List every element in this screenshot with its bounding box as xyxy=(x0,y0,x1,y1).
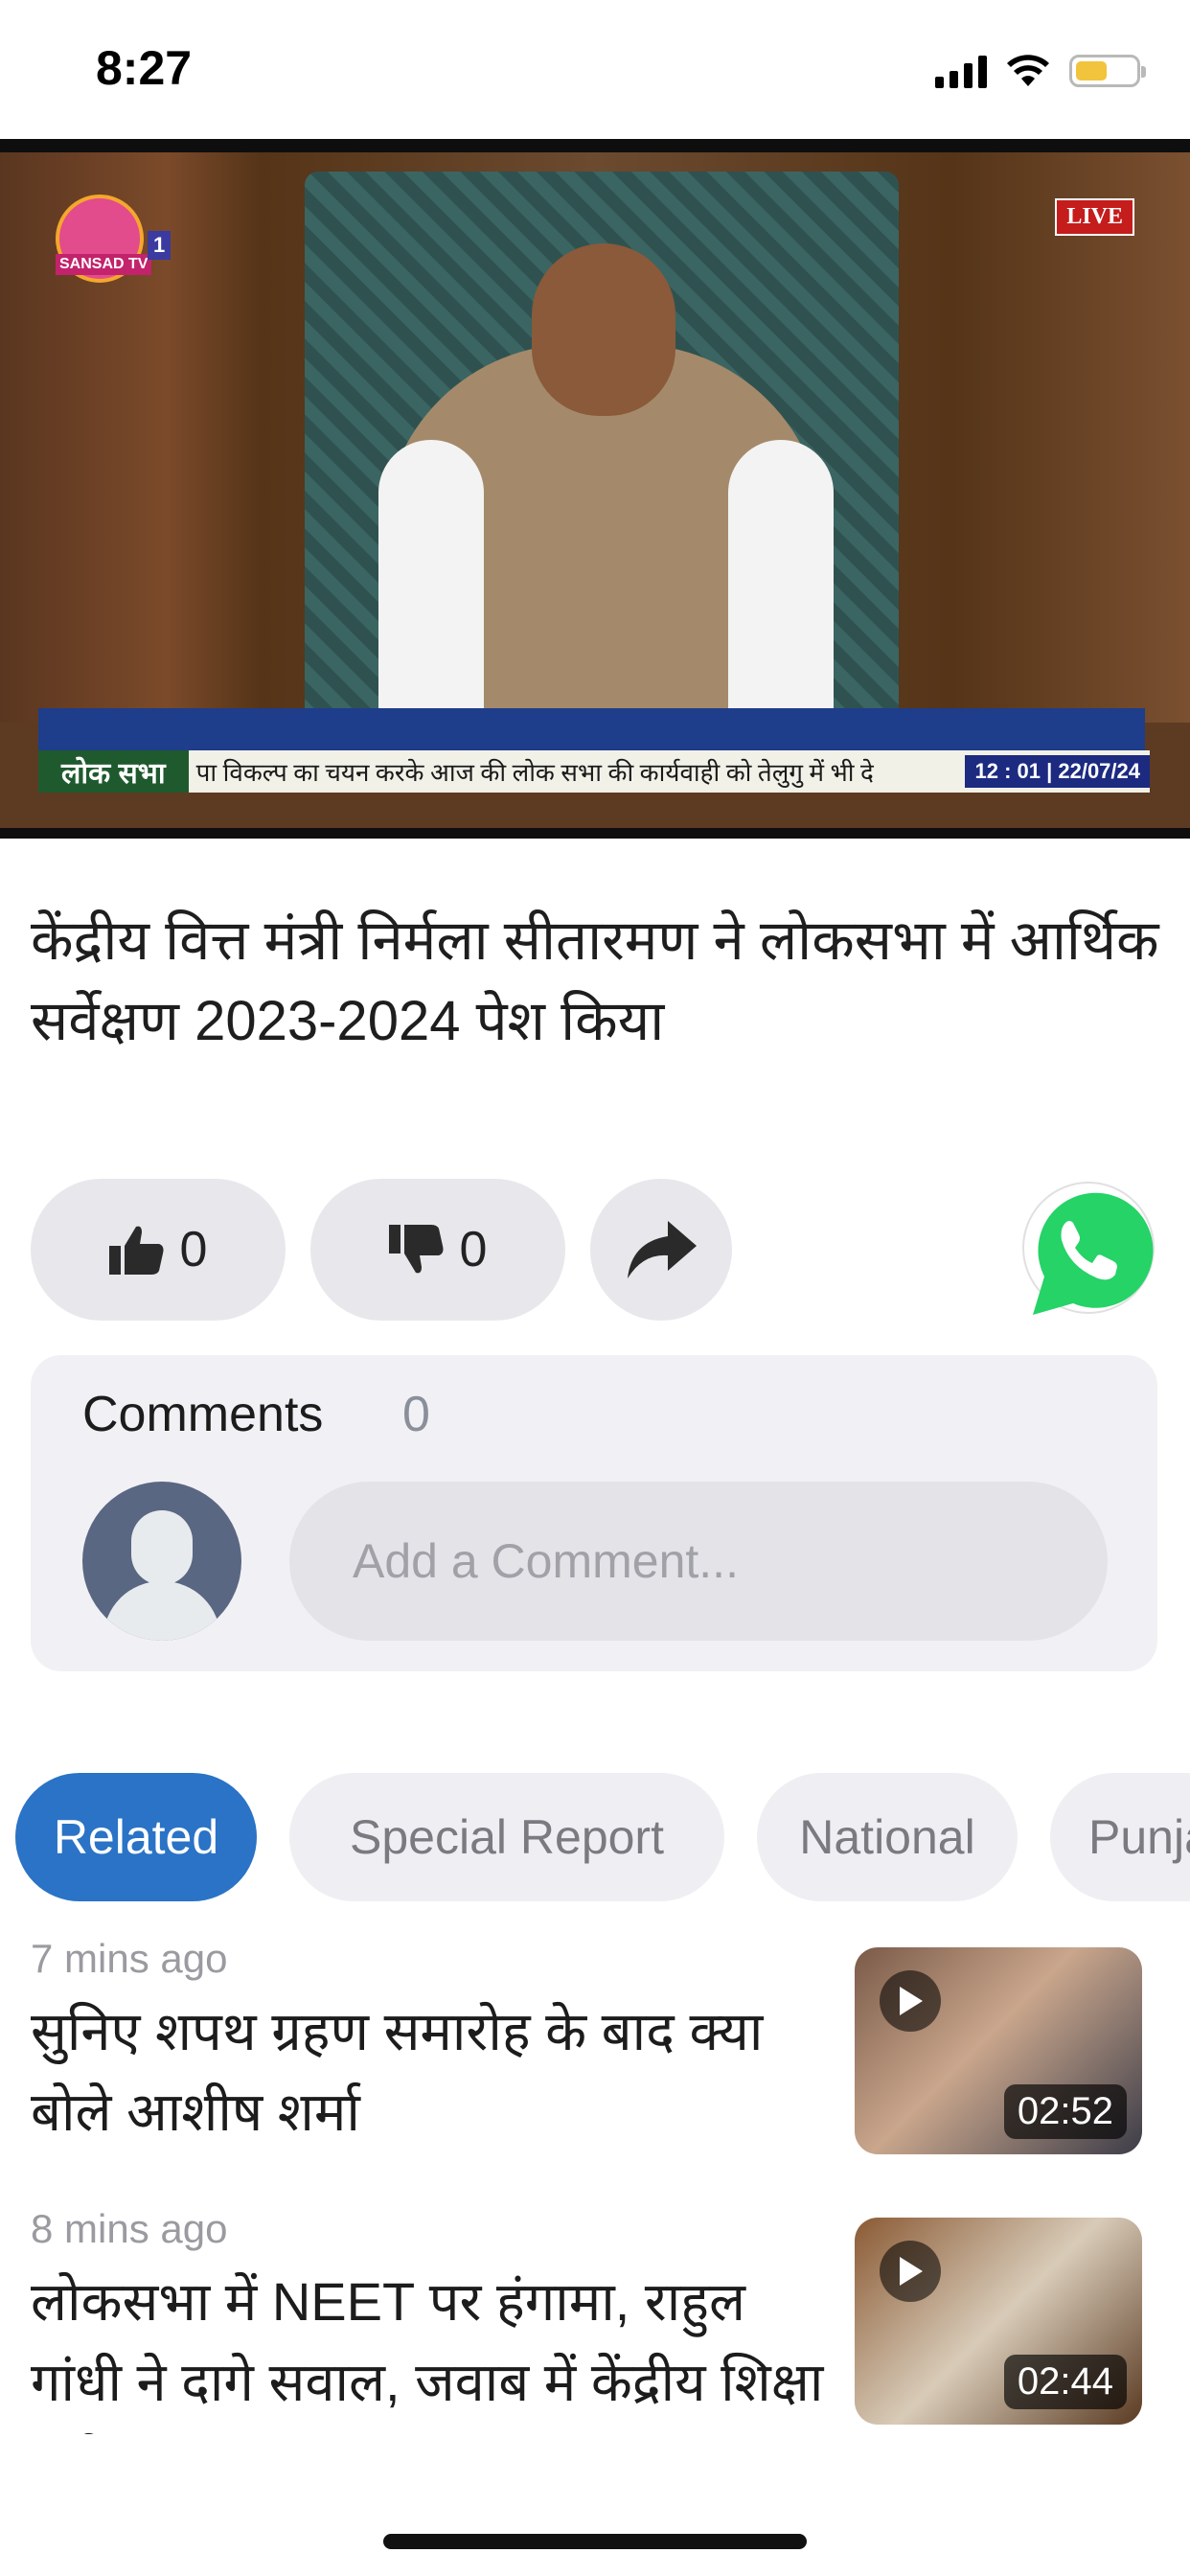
video-player[interactable]: SANSAD TV 1 LIVE लोक सभा पा विकल्प का चय… xyxy=(0,139,1190,839)
play-icon xyxy=(880,1970,941,2032)
tab-punjab[interactable]: Punjab xyxy=(1050,1773,1190,1901)
comments-count: 0 xyxy=(402,1387,430,1442)
video-duration: 02:44 xyxy=(1003,2355,1127,2409)
video-frame: SANSAD TV 1 LIVE xyxy=(0,152,1190,828)
bottom-safe-area xyxy=(0,2434,1190,2576)
speaker-head xyxy=(532,243,675,416)
avatar-head-shape xyxy=(131,1510,193,1585)
tab-special-report[interactable]: Special Report xyxy=(289,1773,724,1901)
avatar-body-shape xyxy=(103,1581,220,1641)
channel-number: 1 xyxy=(148,231,172,260)
ticker-text: पा विकल्प का चयन करके आज की लोक सभा की क… xyxy=(195,759,874,787)
channel-logo: SANSAD TV 1 xyxy=(56,179,180,285)
like-button[interactable]: 0 xyxy=(31,1179,286,1321)
tab-national[interactable]: National xyxy=(757,1773,1018,1901)
whatsapp-share-button[interactable] xyxy=(1016,1181,1157,1322)
speaker-sleeve-right xyxy=(728,440,834,708)
dislike-button[interactable]: 0 xyxy=(310,1179,565,1321)
avatar xyxy=(82,1482,241,1641)
wifi-icon xyxy=(1007,55,1049,86)
channel-logo-text: SANSAD TV xyxy=(56,254,152,275)
thumbs-up-icon xyxy=(108,1226,164,1275)
share-button[interactable] xyxy=(590,1179,732,1321)
news-thumbnail[interactable]: 02:44 xyxy=(855,2218,1142,2425)
whatsapp-icon xyxy=(1022,1182,1155,1315)
dislike-count: 0 xyxy=(459,1222,488,1277)
tab-related[interactable]: Related xyxy=(15,1773,257,1901)
battery-icon xyxy=(1069,55,1146,87)
status-icons xyxy=(935,54,1146,88)
cellular-signal-icon xyxy=(935,54,987,88)
video-duration: 02:52 xyxy=(1003,2084,1127,2139)
thumbs-down-icon xyxy=(388,1225,444,1274)
like-count: 0 xyxy=(179,1222,208,1277)
news-ticker: लोक सभा पा विकल्प का चयन करके आज की लोक … xyxy=(38,750,1150,793)
comments-label: Comments xyxy=(82,1387,324,1442)
play-icon xyxy=(880,2241,941,2302)
ticker-time: 12 : 01 | 22/07/24 xyxy=(965,755,1150,788)
comments-card: Comments 0 Add a Comment... xyxy=(31,1355,1157,1671)
share-arrow-icon xyxy=(628,1221,697,1278)
speaker-sleeve-left xyxy=(378,440,484,708)
news-headline[interactable]: सुनिए शपथ ग्रहण समारोह के बाद क्या बोले … xyxy=(31,1991,835,2152)
category-tabs: Related Special Report National Punjab xyxy=(15,1773,1190,1901)
article-title: केंद्रीय वित्त मंत्री निर्मला सीतारमण ने… xyxy=(31,909,1159,1052)
comment-input[interactable]: Add a Comment... xyxy=(289,1482,1108,1641)
ticker-house: लोक सभा xyxy=(38,750,189,793)
home-indicator[interactable] xyxy=(383,2534,807,2549)
news-thumbnail[interactable]: 02:52 xyxy=(855,1947,1142,2154)
live-badge: LIVE xyxy=(1055,198,1134,236)
status-bar: 8:27 xyxy=(0,0,1190,139)
status-time: 8:27 xyxy=(96,41,193,95)
